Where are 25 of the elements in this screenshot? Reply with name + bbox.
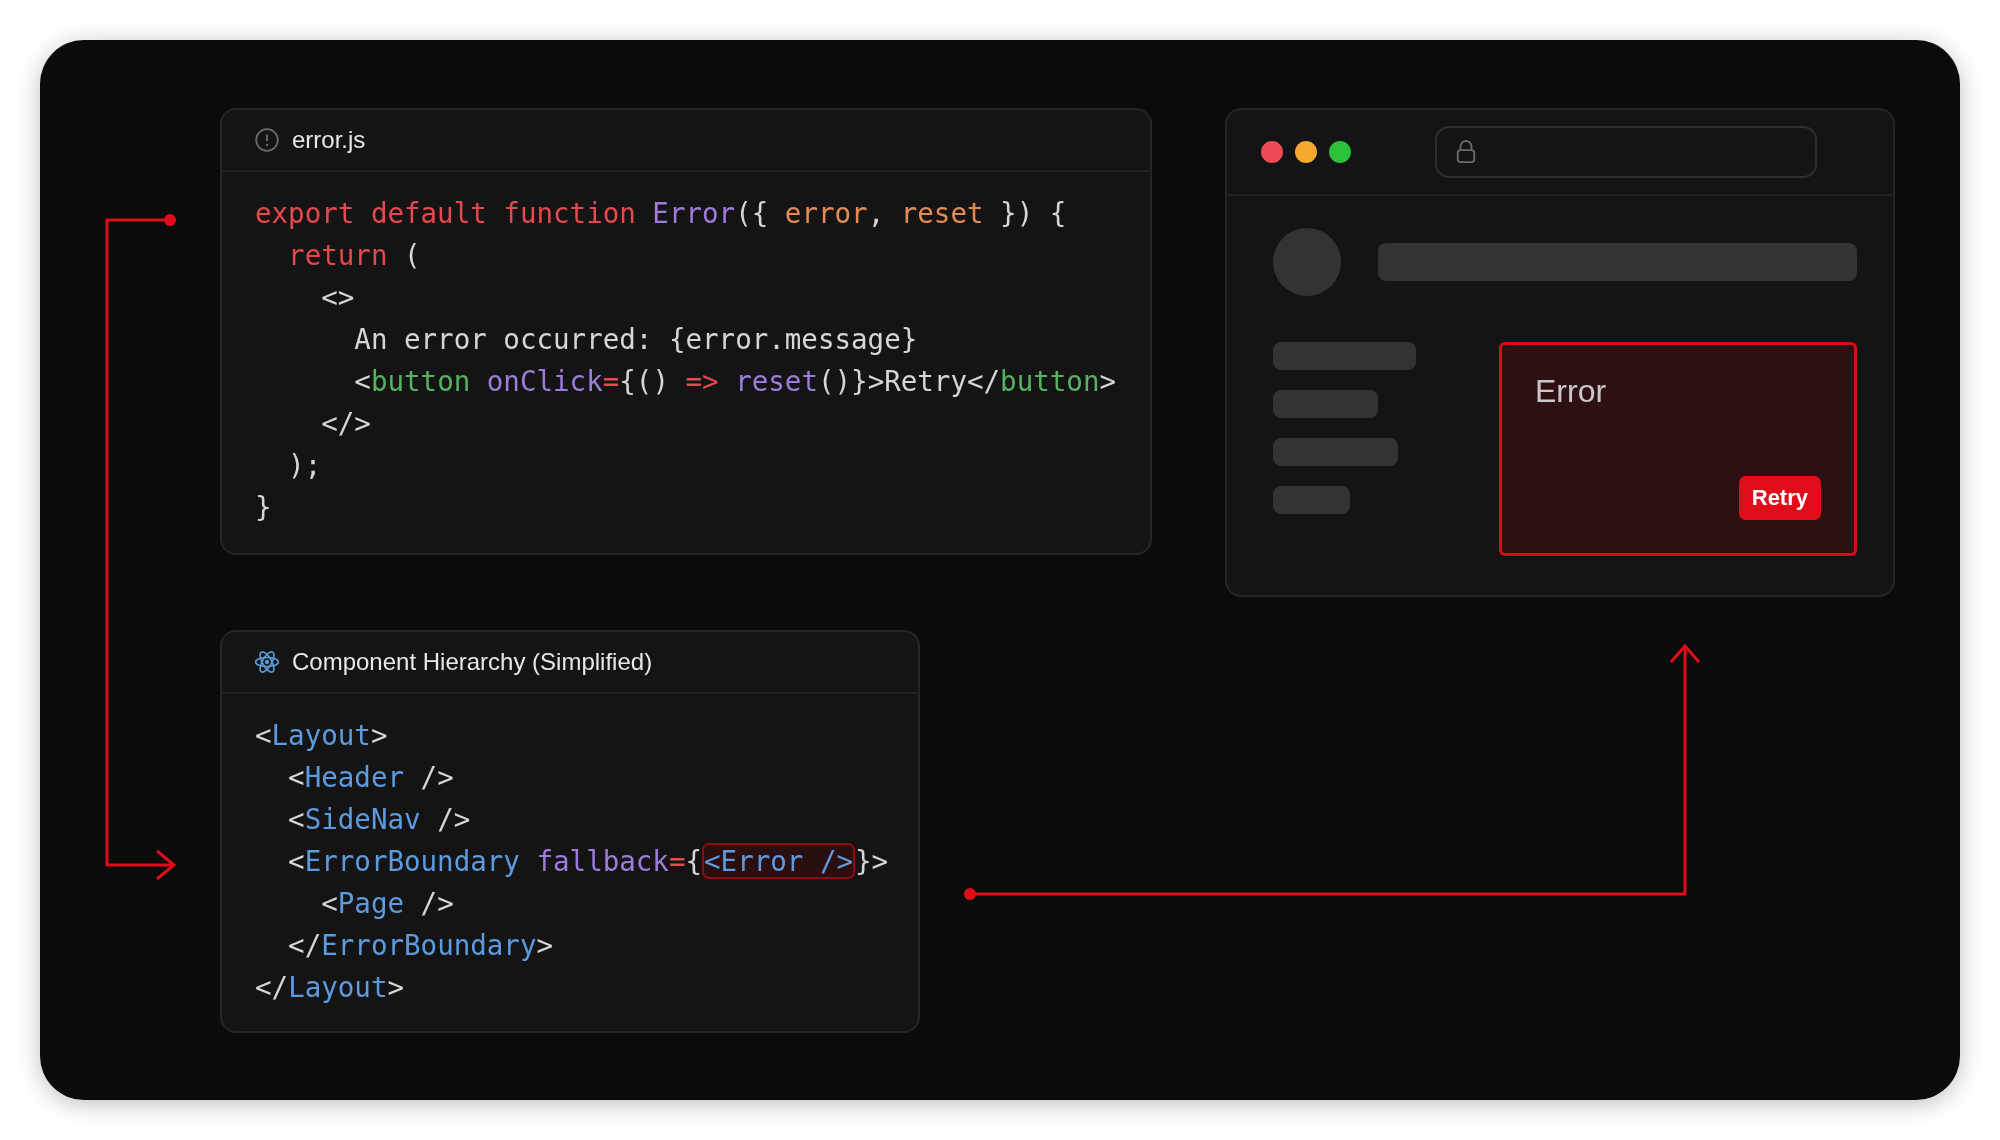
- code-line: </Layout>: [255, 970, 405, 1005]
- code-line: <button onClick={() => reset()}>Retry</button>: [353, 364, 1116, 399]
- code-line: <>: [320, 280, 355, 315]
- maximize-icon[interactable]: [1329, 141, 1351, 163]
- code-line: </>: [320, 406, 371, 441]
- panel-title: Component Hierarchy (Simplified): [292, 648, 653, 676]
- code-line: return (: [287, 238, 421, 273]
- code-line: <Page />: [320, 886, 454, 921]
- retry-button[interactable]: Retry: [1738, 476, 1821, 520]
- code-line: <Layout>: [255, 718, 388, 753]
- code-line: An error occurred: {error.message}: [353, 322, 918, 357]
- code-line: export default function Error({ error, reset }) {: [255, 196, 1067, 231]
- code-line: <Header />: [287, 760, 454, 795]
- code-line: }: [255, 490, 272, 525]
- error-title: Error: [1535, 373, 1607, 410]
- code-line: <SideNav />: [287, 802, 471, 837]
- atom-icon: [254, 649, 280, 675]
- file-name: error.js: [292, 126, 366, 154]
- info-icon: [254, 127, 280, 153]
- code-line: );: [287, 448, 322, 483]
- lock-icon: [1455, 139, 1477, 165]
- minimize-icon[interactable]: [1295, 141, 1317, 163]
- close-icon[interactable]: [1261, 141, 1283, 163]
- code-line: <ErrorBoundary fallback={<Error />}>: [287, 842, 889, 881]
- code-line: </ErrorBoundary>: [287, 928, 554, 963]
